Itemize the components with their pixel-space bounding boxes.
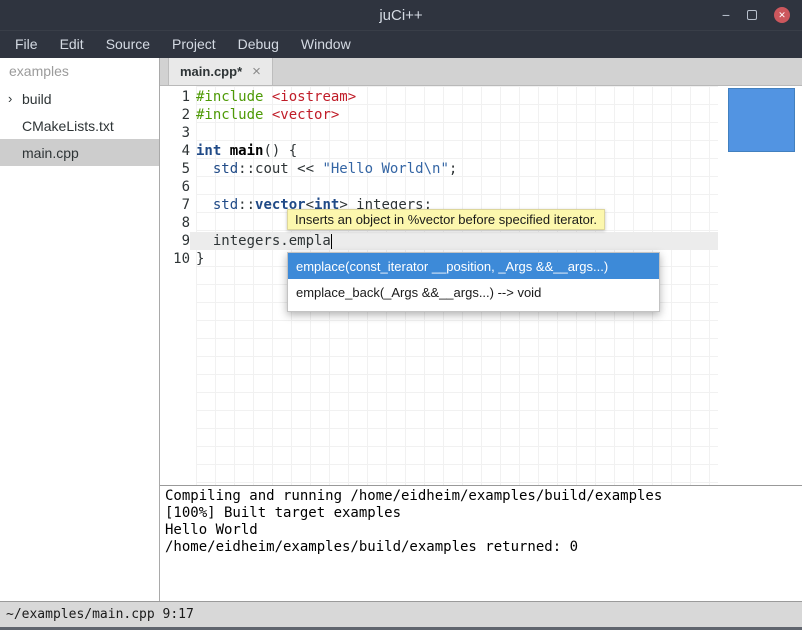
menubar: FileEditSourceProjectDebugWindow	[0, 30, 802, 58]
code-segment	[196, 161, 213, 177]
code-segment: #include	[196, 107, 263, 123]
line-number: 9	[160, 232, 190, 250]
code-segment: <vector>	[272, 107, 339, 123]
tab-main-cpp[interactable]: main.cpp* ×	[168, 58, 273, 85]
tab-label: main.cpp*	[180, 64, 242, 79]
code-segment: <<	[289, 161, 323, 177]
code-text: #include <vector>	[190, 106, 718, 124]
line-number: 10	[160, 250, 190, 268]
code-segment: }	[196, 251, 204, 267]
line-number: 2	[160, 106, 190, 124]
line-number: 7	[160, 196, 190, 214]
scroll-overview	[718, 86, 802, 485]
tab-close-icon[interactable]: ×	[252, 63, 261, 80]
titlebar: juCi++ − ✕	[0, 0, 802, 30]
code-segment: std	[213, 197, 238, 213]
code-text: std::cout << "Hello World\n";	[190, 160, 718, 178]
code-segment: #include	[196, 89, 263, 105]
maximize-icon[interactable]	[747, 10, 757, 20]
code-segment: int	[196, 143, 221, 159]
editor-line-5[interactable]: 5 std::cout << "Hello World\n";	[160, 160, 718, 178]
menu-item-file[interactable]: File	[4, 32, 49, 56]
output-line: [100%] Built target examples	[165, 505, 797, 522]
line-number: 6	[160, 178, 190, 196]
editor-line-9[interactable]: 9 integers.empla	[160, 232, 718, 250]
main-area: examples ›build CMakeLists.txt main.cpp ma…	[0, 58, 802, 601]
sidebar-item-main-cpp[interactable]: main.cpp	[0, 139, 159, 166]
code-text: int main() {	[190, 142, 718, 160]
code-segment	[221, 143, 229, 159]
output-panel[interactable]: Compiling and running /home/eidheim/exam…	[160, 485, 802, 601]
minimize-icon[interactable]: −	[722, 8, 730, 22]
file-sidebar: examples ›build CMakeLists.txt main.cpp	[0, 58, 160, 601]
line-number: 8	[160, 214, 190, 232]
sidebar-item-build[interactable]: ›build	[0, 85, 159, 112]
window-controls: − ✕	[722, 0, 790, 30]
close-icon[interactable]: ✕	[774, 7, 790, 23]
code-segment: ::	[238, 197, 255, 213]
code-segment: std	[213, 161, 238, 177]
code-segment: ;	[449, 161, 457, 177]
autocomplete-popup: emplace(const_iterator __position, _Args…	[287, 252, 660, 312]
scrollbar-thumb[interactable]	[728, 88, 795, 152]
code-text	[190, 178, 718, 196]
editor-line-3[interactable]: 3	[160, 124, 718, 142]
editor[interactable]: 1#include <iostream>2#include <vector>34…	[160, 86, 802, 485]
code-text: #include <iostream>	[190, 88, 718, 106]
file-tree: ›build CMakeLists.txt main.cpp	[0, 85, 159, 166]
menu-item-project[interactable]: Project	[161, 32, 227, 56]
tooltip-text: Inserts an object in %vector before spec…	[295, 212, 597, 227]
editor-column: main.cpp* × 1#include <iostream>2#includ…	[160, 58, 802, 601]
menu-item-debug[interactable]: Debug	[227, 32, 290, 56]
sidebar-item-cmakelists-txt[interactable]: CMakeLists.txt	[0, 112, 159, 139]
code-segment: <iostream>	[272, 89, 356, 105]
chevron-right-icon: ›	[8, 91, 22, 106]
code-segment: ::	[238, 161, 255, 177]
line-number: 4	[160, 142, 190, 160]
output-line: /home/eidheim/examples/build/examples re…	[165, 539, 797, 556]
text-cursor	[331, 234, 332, 249]
output-line: Hello World	[165, 522, 797, 539]
tabbar: main.cpp* ×	[160, 58, 802, 86]
editor-line-2[interactable]: 2#include <vector>	[160, 106, 718, 124]
output-line: Compiling and running /home/eidheim/exam…	[165, 488, 797, 505]
line-number: 5	[160, 160, 190, 178]
file-label: main.cpp	[22, 145, 79, 161]
statusbar: ~/examples/main.cpp 9:17	[0, 601, 802, 630]
menu-item-window[interactable]: Window	[290, 32, 362, 56]
code-segment	[263, 107, 271, 123]
code-segment: main	[230, 143, 264, 159]
editor-line-4[interactable]: 4int main() {	[160, 142, 718, 160]
editor-line-1[interactable]: 1#include <iostream>	[160, 88, 718, 106]
code-text	[190, 124, 718, 142]
code-segment	[196, 197, 213, 213]
code-segment: cout	[255, 161, 289, 177]
code-segment: "Hello World\n"	[322, 161, 448, 177]
window-title: juCi++	[379, 7, 422, 24]
autocomplete-item[interactable]: emplace(const_iterator __position, _Args…	[288, 253, 659, 279]
file-label: CMakeLists.txt	[22, 118, 114, 134]
code-text: integers.empla	[190, 232, 718, 250]
status-file-position: ~/examples/main.cpp 9:17	[6, 607, 194, 622]
code-segment	[263, 89, 271, 105]
line-number: 3	[160, 124, 190, 142]
menu-item-edit[interactable]: Edit	[49, 32, 95, 56]
code-segment: integers.empla	[196, 233, 331, 249]
doc-tooltip: Inserts an object in %vector before spec…	[287, 209, 605, 230]
file-label: build	[22, 91, 52, 107]
editor-line-6[interactable]: 6	[160, 178, 718, 196]
code-lines: 1#include <iostream>2#include <vector>34…	[160, 86, 718, 268]
project-name: examples	[0, 58, 159, 85]
code-segment: () {	[263, 143, 297, 159]
menu-item-source[interactable]: Source	[95, 32, 161, 56]
autocomplete-item[interactable]: emplace_back(_Args &&__args...) --> void	[288, 279, 659, 305]
line-number: 1	[160, 88, 190, 106]
